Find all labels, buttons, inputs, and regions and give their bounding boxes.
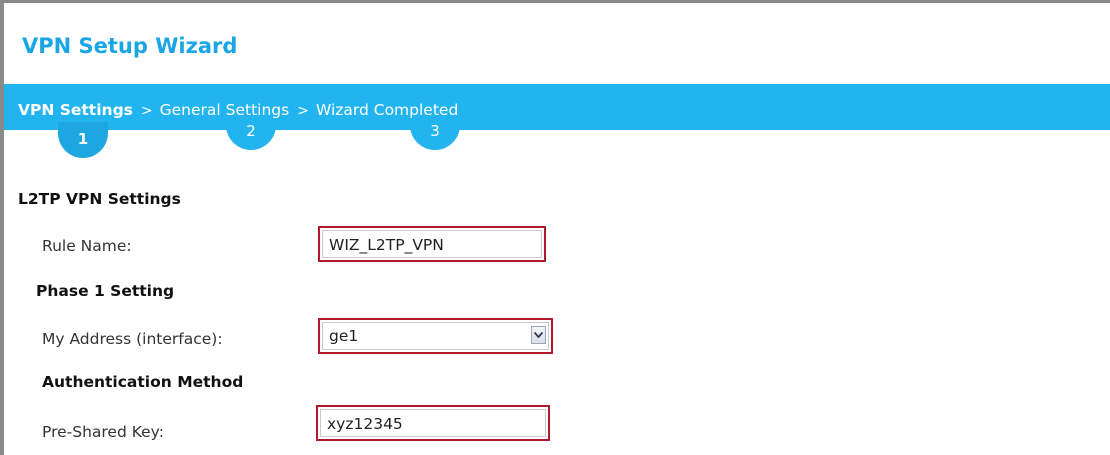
section-title-l2tp: L2TP VPN Settings — [18, 190, 181, 208]
step-separator: > — [140, 103, 153, 119]
wizard-title: VPN Setup Wizard — [22, 34, 238, 58]
step-separator: > — [297, 103, 309, 119]
chevron-down-icon[interactable] — [531, 326, 546, 344]
step-general-settings: General Settings — [159, 101, 290, 119]
psk-label: Pre-Shared Key: — [42, 423, 164, 441]
step-vpn-settings: VPN Settings — [18, 101, 133, 119]
section-title-authentication: Authentication Method — [42, 373, 244, 391]
step-wizard-completed: Wizard Completed — [315, 101, 459, 119]
rule-name-label: Rule Name: — [42, 237, 132, 255]
psk-input[interactable]: xyz12345 — [320, 409, 546, 437]
psk-field-highlight: xyz12345 — [316, 405, 550, 441]
my-address-field-highlight: ge1 — [318, 318, 553, 354]
rule-name-input[interactable]: WIZ_L2TP_VPN — [322, 230, 542, 258]
section-title-phase1: Phase 1 Setting — [36, 282, 175, 300]
my-address-select[interactable]: ge1 — [322, 322, 549, 350]
my-address-value: ge1 — [329, 327, 359, 345]
rule-name-field-highlight: WIZ_L2TP_VPN — [318, 226, 546, 262]
step-breadcrumb: VPN Settings > General Settings > Wizard Com… — [18, 101, 458, 119]
my-address-label: My Address (interface): — [42, 330, 223, 348]
